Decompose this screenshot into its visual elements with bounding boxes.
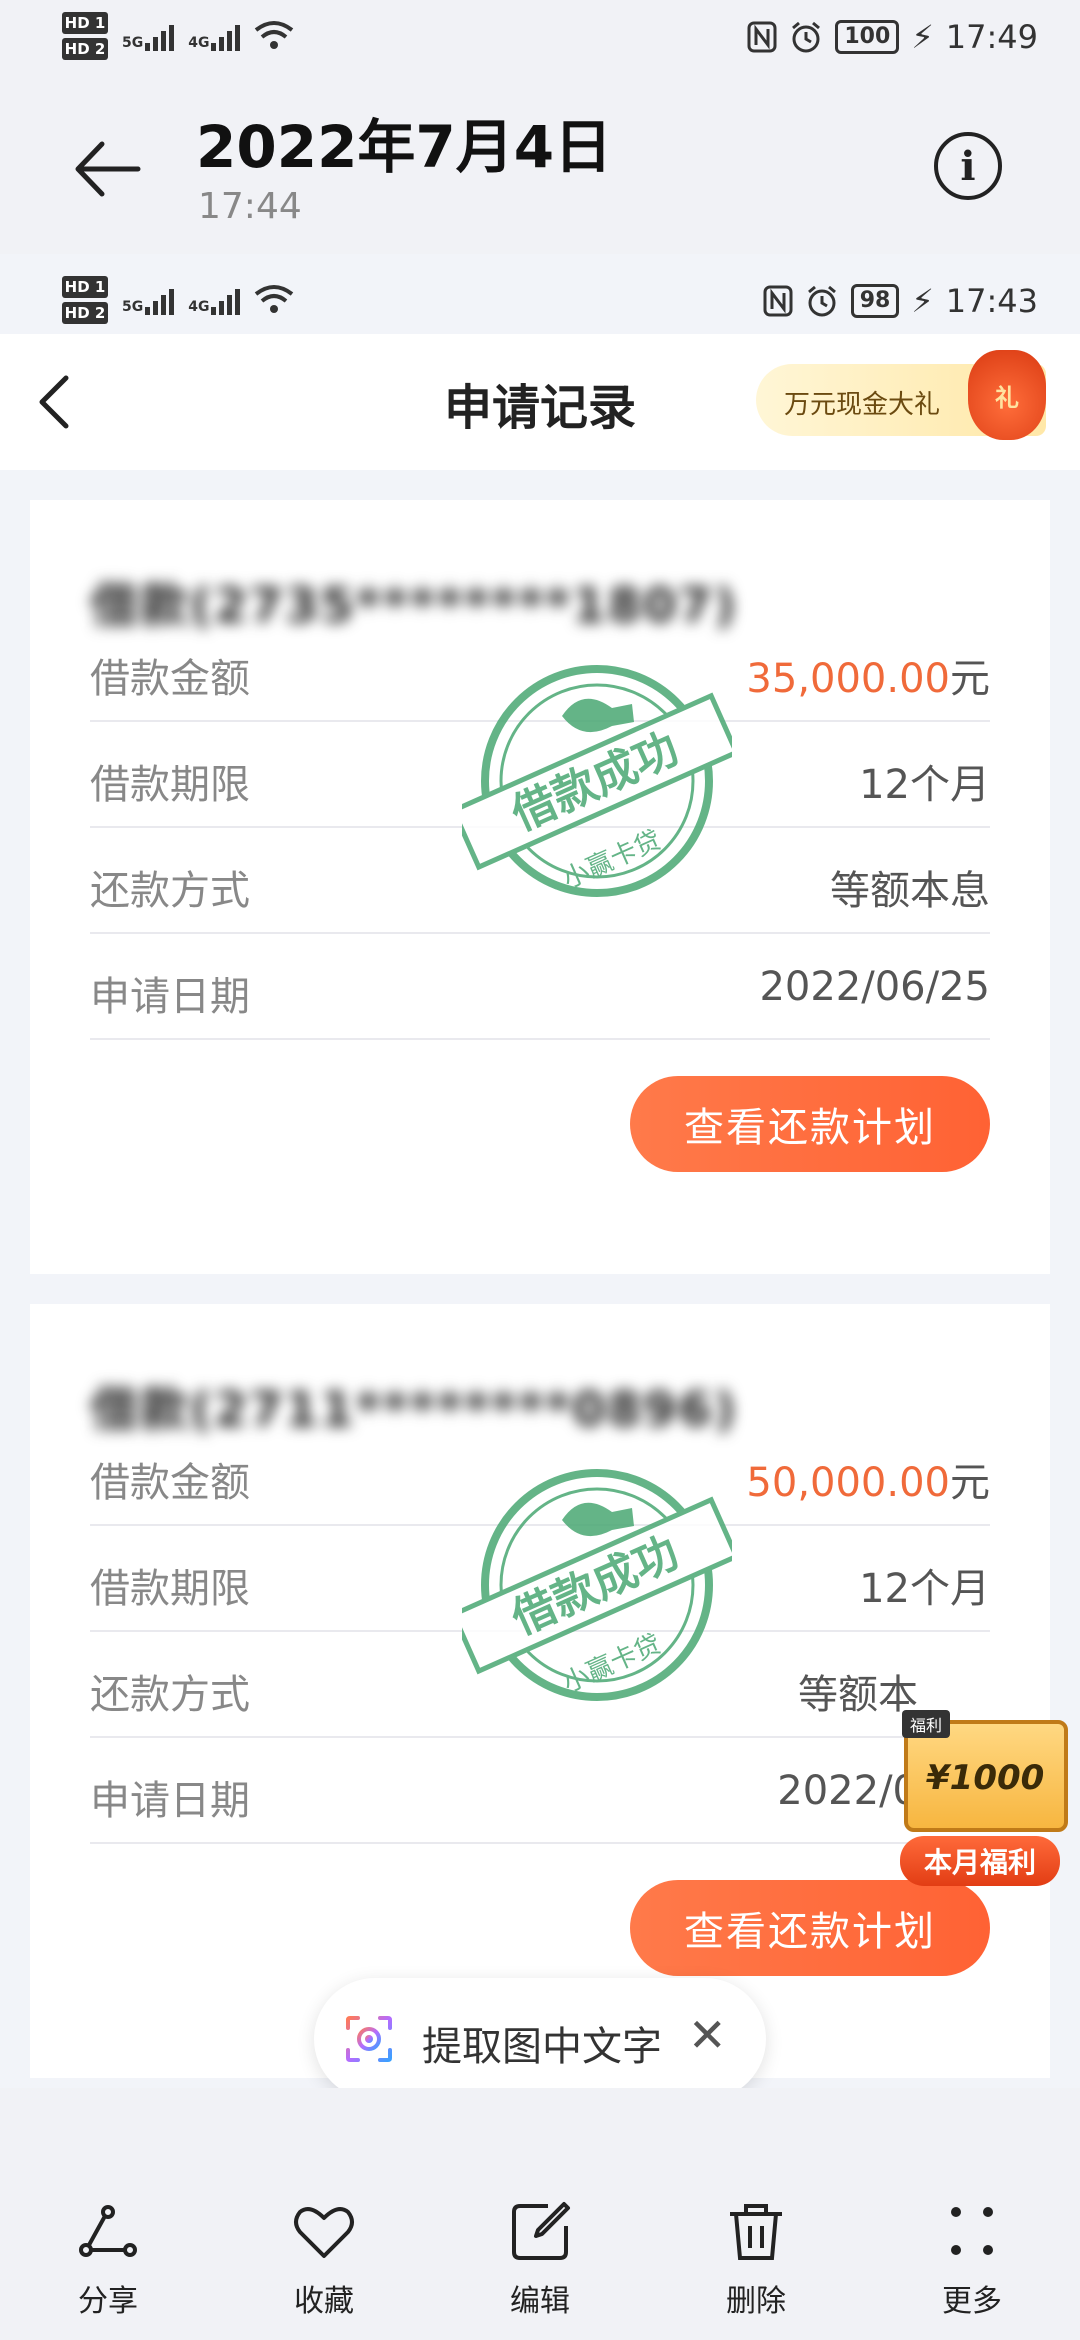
edit-button[interactable]: 编辑: [480, 2200, 600, 2320]
gift-bag-icon: 礼: [968, 350, 1046, 440]
loan-record-card: 借款(2711********0896) 借款金额 50,000.00元 借款期…: [30, 1304, 1050, 2078]
loan-success-stamp: 借款成功 小赢卡贷: [462, 665, 732, 897]
charging-icon: ⚡: [911, 18, 934, 56]
row-value: 12个月: [859, 762, 990, 808]
row-value: 2022/06/25: [759, 964, 990, 1010]
device-time: 17:49: [945, 18, 1038, 56]
viewer-header: 2022年7月4日 17:44 i: [0, 76, 1080, 254]
delete-label: 删除: [726, 2284, 786, 2319]
row-apply-date: 申请日期 2022/06/25: [90, 934, 990, 1040]
row-label: 借款期限: [90, 762, 250, 808]
welfare-amount: ¥1000: [926, 1758, 1045, 1798]
hd-indicator-icon: HD 1 HD 2: [62, 12, 108, 60]
row-value: 等额本: [798, 1672, 918, 1718]
signal-5g-icon: 5G: [122, 21, 175, 51]
battery-indicator: 98: [850, 284, 900, 318]
edit-icon: [512, 2202, 570, 2260]
info-button[interactable]: i: [934, 132, 1002, 200]
hd-indicator-icon: HD 1 HD 2: [62, 276, 108, 324]
alarm-icon: [792, 21, 821, 53]
signal-4g-icon: 4G: [188, 285, 241, 315]
edit-label: 编辑: [510, 2284, 570, 2319]
promo-label: 万元现金大礼: [784, 390, 941, 420]
viewer-title: 2022年7月4日: [196, 113, 613, 181]
share-label: 分享: [78, 2284, 138, 2319]
screenshot-status-bar: HD 1 HD 2 5G 4G 98 ⚡ 17:43: [0, 264, 1080, 340]
amount-unit: 元: [950, 1460, 990, 1506]
app-nav-bar: 申请记录 万元现金大礼 礼: [0, 334, 1080, 470]
share-button[interactable]: 分享: [48, 2200, 168, 2320]
bottom-toolbar: 分享 收藏 编辑 删除 更多: [0, 2088, 1080, 2340]
extract-text-pill[interactable]: 提取图中文字 ✕: [314, 1978, 766, 2100]
heart-icon: [294, 2207, 354, 2258]
promo-banner[interactable]: 万元现金大礼 礼: [756, 350, 1046, 440]
more-dots-icon: [951, 2207, 993, 2255]
welfare-card: 福利 ¥1000: [902, 1710, 1068, 1832]
favorite-button[interactable]: 收藏: [264, 2200, 384, 2320]
amount-unit: 元: [950, 656, 990, 702]
wifi-icon: [255, 285, 294, 313]
welfare-tag: 福利: [902, 1710, 951, 1738]
text-scan-icon: [346, 2016, 392, 2062]
extract-text-label: 提取图中文字: [422, 2024, 662, 2070]
row-value: 12个月: [859, 1566, 990, 1612]
welfare-label: 本月福利: [900, 1836, 1060, 1886]
more-button[interactable]: 更多: [912, 2200, 1032, 2320]
nfc-icon: [763, 285, 793, 317]
back-arrow-icon[interactable]: [72, 134, 142, 204]
loan-amount: 35,000.00: [746, 656, 950, 702]
row-label: 借款期限: [90, 1566, 250, 1612]
row-value: 等额本息: [830, 868, 990, 914]
row-apply-date: 申请日期 2022/0: [90, 1738, 990, 1844]
favorite-label: 收藏: [294, 2284, 354, 2319]
charging-icon: ⚡: [911, 282, 934, 320]
row-label: 借款金额: [90, 656, 250, 702]
row-label: 还款方式: [90, 1672, 250, 1718]
signal-5g-icon: 5G: [122, 285, 175, 315]
screenshot-time: 17:43: [945, 282, 1038, 320]
device-status-bar: HD 1 HD 2 5G 4G 100 ⚡ 17:49: [0, 0, 1080, 76]
loan-record-card: 借款(2735********1807) 借款金额 35,000.00元 借款期…: [30, 500, 1050, 1274]
alarm-icon: [807, 285, 836, 317]
trash-icon: [730, 2204, 782, 2260]
info-icon: i: [960, 142, 976, 190]
row-value: 2022/0: [777, 1768, 918, 1814]
share-icon: [79, 2205, 137, 2257]
row-label: 借款金额: [90, 1460, 250, 1506]
close-icon[interactable]: ✕: [688, 2012, 728, 2058]
row-value: 50,000.00元: [746, 1450, 990, 1508]
loan-success-stamp: 借款成功 小赢卡贷: [462, 1469, 732, 1701]
signal-4g-icon: 4G: [188, 21, 241, 51]
more-label: 更多: [942, 2284, 1002, 2319]
row-value: 35,000.00元: [746, 646, 990, 704]
monthly-welfare-badge[interactable]: 福利 ¥1000 本月福利: [900, 1710, 1080, 1950]
wifi-icon: [255, 21, 294, 49]
loan-amount: 50,000.00: [746, 1460, 950, 1506]
row-label: 申请日期: [90, 1778, 250, 1824]
nfc-icon: [747, 21, 777, 53]
row-label: 申请日期: [90, 974, 250, 1020]
delete-button[interactable]: 删除: [696, 2200, 816, 2320]
row-label: 还款方式: [90, 868, 250, 914]
view-repayment-plan-button[interactable]: 查看还款计划: [630, 1076, 990, 1172]
battery-indicator: 100: [835, 20, 900, 54]
viewer-subtitle: 17:44: [198, 186, 302, 227]
